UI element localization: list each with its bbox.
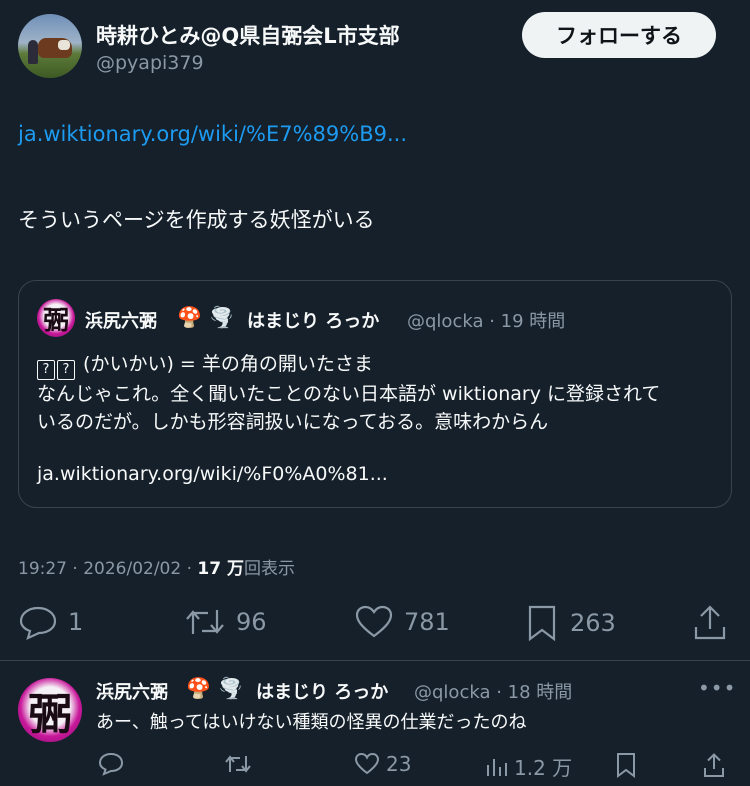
repost-button[interactable]: 96	[184, 604, 267, 640]
reply-button[interactable]: 1	[18, 604, 83, 640]
quote-text-line-1: ?? (かいかい) = 羊の角の開いたさま	[37, 349, 373, 380]
reply-bookmark-button[interactable]	[614, 752, 638, 778]
quote-avatar: 弻	[37, 299, 75, 337]
quote-author-name-reading: はまじり ろっか	[247, 311, 380, 332]
bookmark-button[interactable]: 263	[524, 604, 616, 642]
share-upload-icon	[704, 753, 724, 777]
reply-like-button[interactable]: 23	[354, 752, 411, 776]
like-button[interactable]: 781	[354, 604, 450, 640]
reply-reply-button[interactable]	[98, 752, 124, 776]
reply-author-name-reading[interactable]: はまじり ろっか	[256, 678, 388, 704]
missing-glyph-icon: ?	[37, 360, 55, 380]
post-link[interactable]: ja.wiktionary.org/wiki/%E7%89%B9...	[18, 122, 407, 146]
quoted-post-card[interactable]: 弻 浜尻六弻 🍄 🌪️ はまじり ろっか @qlocka · 19 時間 ?? …	[18, 280, 732, 508]
author-avatar[interactable]	[18, 14, 82, 78]
share-upload-icon	[694, 605, 726, 640]
repost-arrows-icon	[186, 610, 224, 634]
reply-author-name[interactable]: 浜尻六弻	[96, 678, 168, 704]
bar-chart-icon	[487, 758, 507, 776]
quote-link: ja.wiktionary.org/wiki/%F0%A0%81...	[37, 463, 388, 485]
heart-icon	[355, 605, 393, 638]
post-meta: 19:27 · 2026/02/02 · 17 万回表示	[18, 554, 295, 579]
bookmark-icon	[617, 753, 635, 778]
mushroom-emoji: 🍄	[186, 676, 211, 700]
bookmark-icon	[528, 605, 556, 642]
quote-author-name: 浜尻六弻	[85, 311, 157, 332]
share-button[interactable]	[692, 604, 728, 642]
divider	[0, 660, 750, 661]
view-count: 17 万	[197, 559, 244, 579]
reply-text: あー、触ってはいけない種類の怪異の仕業だったのね	[96, 712, 527, 733]
quote-text-line-3: いるのだが。しかも形容詞扱いになっておる。意味わからん	[37, 411, 549, 433]
reply-view-count: 1.2 万	[514, 756, 573, 780]
author-display-name[interactable]: 時耕ひとみ@Q県自弻会L市支部	[96, 20, 400, 50]
post-timestamp[interactable]: 19:27 · 2026/02/02 ·	[18, 559, 197, 579]
quote-handle-time: @qlocka · 19 時間	[407, 311, 566, 332]
bookmark-count: 263	[570, 609, 616, 637]
tornado-emoji: 🌪️	[209, 305, 234, 329]
tornado-emoji: 🌪️	[218, 676, 243, 700]
reply-handle-time[interactable]: @qlocka · 18 時間	[414, 678, 572, 704]
speech-bubble-icon	[19, 606, 57, 640]
speech-bubble-icon	[98, 752, 124, 776]
author-handle[interactable]: @pyapi379	[96, 52, 204, 74]
repost-count: 96	[236, 608, 267, 636]
like-count: 781	[404, 608, 450, 636]
missing-glyph-icon: ?	[57, 360, 75, 380]
mushroom-emoji: 🍄	[177, 305, 202, 329]
heart-icon	[354, 752, 380, 775]
reply-views-button[interactable]: 1.2 万	[484, 752, 572, 781]
reply-count: 1	[68, 608, 84, 636]
view-label: 回表示	[243, 559, 295, 579]
reply-avatar[interactable]: 弻	[18, 678, 82, 742]
post-text: そういうページを作成する妖怪がいる	[18, 208, 375, 232]
follow-button[interactable]: フォローする	[522, 12, 716, 58]
reply-share-button[interactable]	[702, 752, 726, 778]
quote-text-line-1-text: (かいかい) = 羊の角の開いたさま	[77, 353, 373, 375]
quote-text-line-2: なんじゃこれ。全く聞いたことのない日本語が wiktionary に登録されて	[37, 383, 661, 405]
more-dots-icon[interactable]: •••	[698, 676, 736, 700]
reply-like-count: 23	[386, 752, 412, 776]
repost-arrows-icon	[225, 755, 251, 773]
reply-repost-button[interactable]	[224, 752, 252, 776]
